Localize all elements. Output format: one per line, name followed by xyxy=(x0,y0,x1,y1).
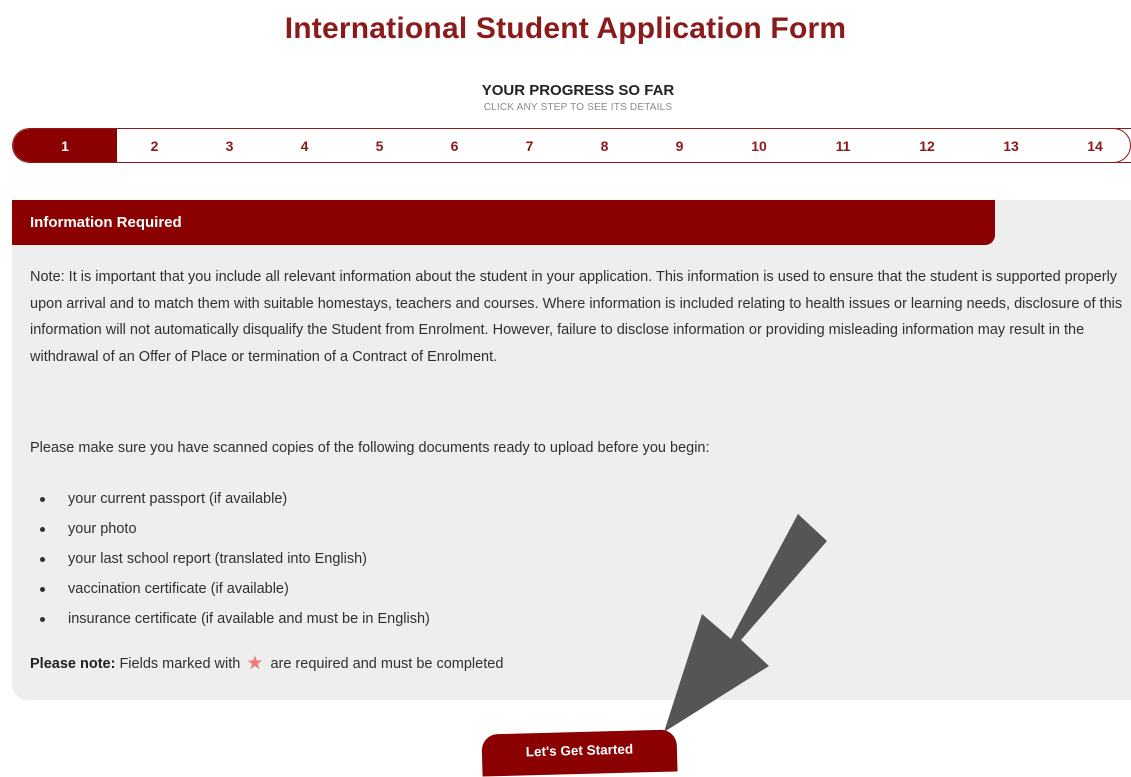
note-text-before: Fields marked with xyxy=(119,656,241,672)
note-text-after: are required and must be completed xyxy=(270,656,504,672)
list-item: vaccination certificate (if available) xyxy=(40,574,430,604)
start-button[interactable]: Let's Get Started xyxy=(481,729,678,777)
progress-subheading: CLICK ANY STEP TO SEE ITS DETAILS xyxy=(483,102,673,113)
step-8[interactable]: 8 xyxy=(567,129,642,162)
required-fields-note: Please note: Fields marked with ★ are re… xyxy=(30,650,1120,678)
step-14[interactable]: 14 xyxy=(1053,129,1131,162)
step-6[interactable]: 6 xyxy=(417,129,492,162)
note-label: Please note: xyxy=(30,656,116,672)
information-header: Information Required xyxy=(12,200,995,245)
information-paragraph: Note: It is important that you include a… xyxy=(30,269,1123,365)
step-4[interactable]: 4 xyxy=(267,129,342,162)
list-item: insurance certificate (if available and … xyxy=(40,604,430,634)
page-title: International Student Application Form xyxy=(284,12,847,45)
information-body: Note: It is important that you include a… xyxy=(30,264,1130,674)
step-13[interactable]: 13 xyxy=(969,129,1053,162)
list-item: your photo xyxy=(40,514,430,544)
star-icon: ★ xyxy=(246,653,264,674)
progress-heading: YOUR PROGRESS SO FAR xyxy=(481,82,675,99)
step-3[interactable]: 3 xyxy=(192,129,267,162)
list-item: your last school report (translated into… xyxy=(40,544,430,574)
step-11[interactable]: 11 xyxy=(801,129,885,162)
step-12[interactable]: 12 xyxy=(885,129,969,162)
step-1[interactable]: 1 xyxy=(13,129,117,162)
step-5[interactable]: 5 xyxy=(342,129,417,162)
step-7[interactable]: 7 xyxy=(492,129,567,162)
documents-intro: Please make sure you have scanned copies… xyxy=(30,440,710,456)
list-item: your current passport (if available) xyxy=(40,484,430,514)
step-10[interactable]: 10 xyxy=(717,129,801,162)
step-2[interactable]: 2 xyxy=(117,129,192,162)
documents-list: your current passport (if available) you… xyxy=(30,484,430,634)
step-9[interactable]: 9 xyxy=(642,129,717,162)
progress-stepper: 1 2 3 4 5 6 7 8 9 10 11 12 13 14 xyxy=(12,128,1131,163)
